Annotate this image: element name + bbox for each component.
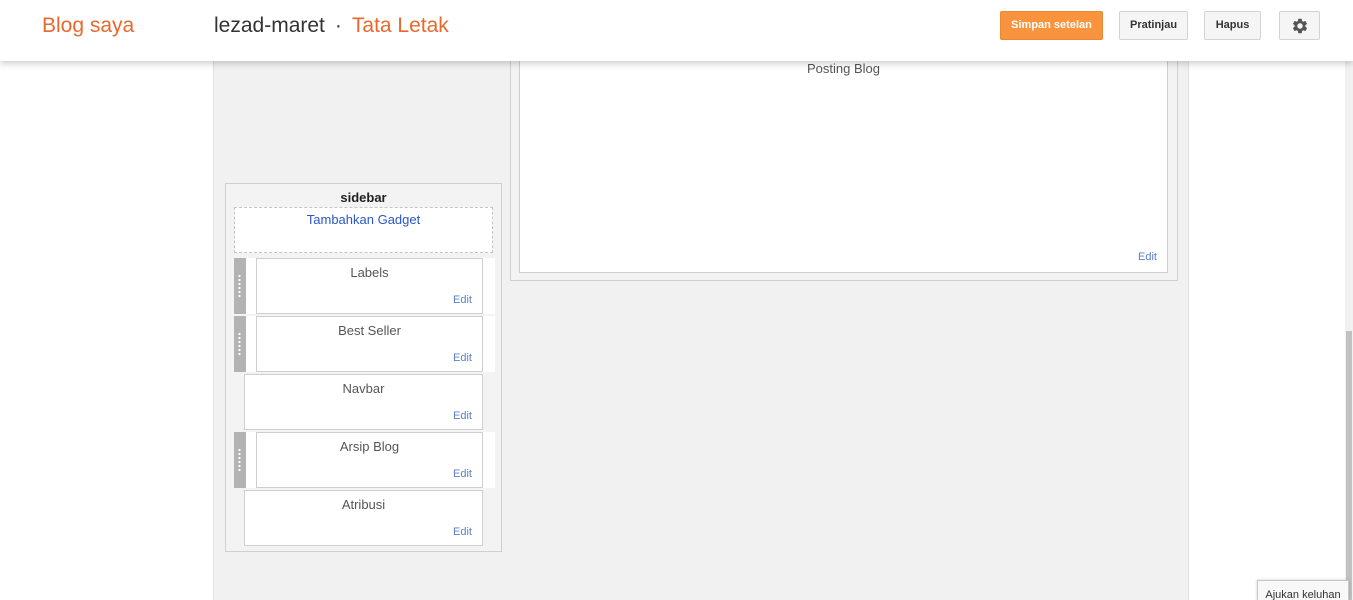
widget-name: Navbar [342,381,385,396]
edit-arsip-blog-link[interactable]: Edit [453,468,472,480]
widget-name: Best Seller [338,323,401,338]
drag-dots-icon [238,274,241,298]
edit-posting-blog-link[interactable]: Edit [1138,251,1157,263]
preview-button[interactable]: Pratinjau [1119,11,1188,40]
top-header: Blog saya lezad-maret · Tata Letak Simpan … [0,0,1353,61]
drag-handle[interactable] [234,432,246,488]
sidebar-widget-row: Best Seller Edit [234,316,495,372]
add-gadget-button[interactable]: Tambahkan Gadget [234,207,493,253]
drag-handle[interactable] [234,316,246,372]
edit-atribusi-link[interactable]: Edit [453,526,472,538]
scrollbar-thumb[interactable] [1346,331,1352,600]
sidebar-widget-row: Atribusi Edit [234,490,493,546]
settings-button[interactable] [1279,11,1320,40]
sidebar-widget-row: Labels Edit [234,258,495,314]
widget-navbar[interactable]: Navbar Edit [244,374,483,430]
widget-name: Labels [350,265,389,280]
layout-editor-page: Posting Blog Edit sidebar Tambahkan Gadg… [0,0,1353,600]
edit-navbar-link[interactable]: Edit [453,410,472,422]
brand-link[interactable]: Blog saya [42,14,134,38]
drag-handle[interactable] [234,258,246,314]
sidebar-widget-row: Navbar Edit [234,374,493,430]
page-scrollbar[interactable] [1345,61,1353,600]
widget-name: Atribusi [341,497,386,512]
page-name: Tata Letak [351,14,449,37]
edit-labels-link[interactable]: Edit [453,294,472,306]
widget-posting-blog[interactable]: Posting Blog Edit [519,40,1168,273]
page-title: lezad-maret · Tata Letak [214,14,449,38]
blog-name: lezad-maret [214,14,325,37]
widget-arsip-blog[interactable]: Arsip Blog Edit [256,432,483,488]
sidebar-title: sidebar [340,190,387,205]
widget-title: Posting Blog [807,61,880,76]
drag-dots-icon [238,332,241,356]
sidebar-widget-row: Arsip Blog Edit [234,432,495,488]
edit-best-seller-link[interactable]: Edit [453,352,472,364]
drag-dots-icon [238,448,241,472]
save-settings-button[interactable]: Simpan setelan [1000,11,1103,40]
widget-atribusi[interactable]: Atribusi Edit [244,490,483,546]
feedback-button[interactable]: Ajukan keluhan [1257,580,1349,600]
widget-best-seller[interactable]: Best Seller Edit [256,316,483,372]
title-separator: · [334,14,342,37]
delete-button[interactable]: Hapus [1204,11,1261,40]
gear-icon [1292,18,1308,34]
widget-name: Arsip Blog [339,439,400,454]
widget-labels[interactable]: Labels Edit [256,258,483,314]
sidebar-section: sidebar Tambahkan Gadget Labels Edit Bes… [225,183,502,552]
